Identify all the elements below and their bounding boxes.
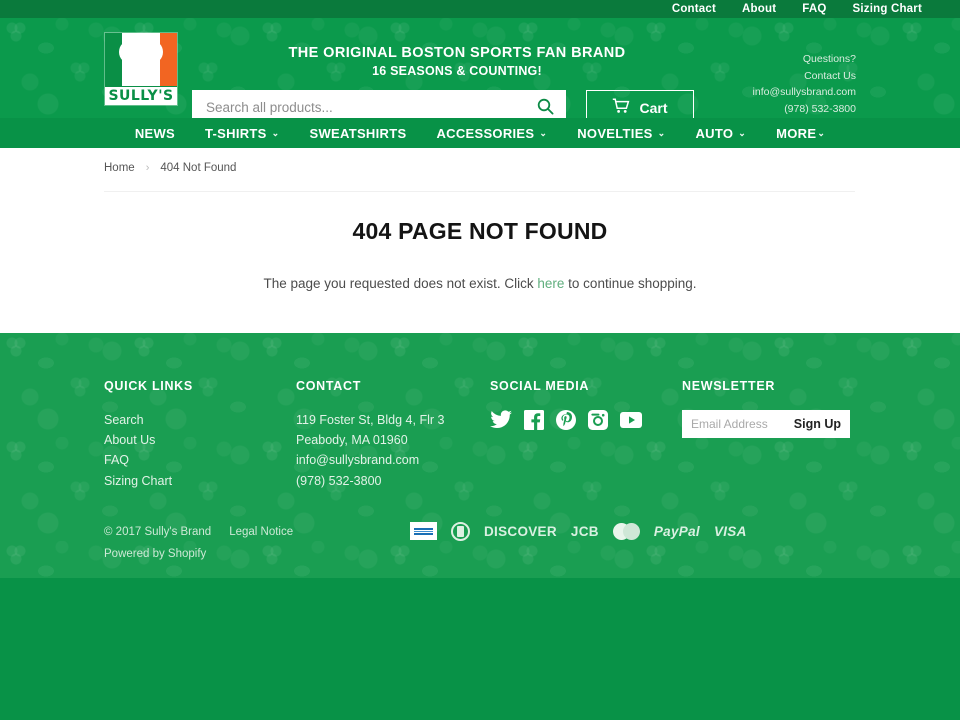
newsletter-form: Sign Up bbox=[682, 410, 850, 438]
social-icon-list bbox=[490, 410, 682, 430]
footer-link-sizing-chart[interactable]: Sizing Chart bbox=[104, 471, 296, 491]
nav-label: MORE bbox=[776, 125, 817, 141]
breadcrumb-divider bbox=[104, 191, 855, 192]
cart-button[interactable]: Cart bbox=[586, 90, 694, 118]
footer-link-about-us[interactable]: About Us bbox=[104, 430, 296, 450]
breadcrumb: Home › 404 Not Found bbox=[104, 148, 856, 174]
youtube-icon[interactable] bbox=[620, 410, 642, 430]
footer-newsletter-heading: NEWSLETTER bbox=[682, 379, 776, 393]
footer-bottom-bar: © 2017 Sully's Brand Legal Notice Powere… bbox=[0, 491, 960, 565]
header-phone[interactable]: (978) 532-3800 bbox=[736, 101, 856, 118]
page-description-suffix: to continue shopping. bbox=[564, 276, 697, 291]
footer-social-heading: SOCIAL MEDIA bbox=[490, 379, 590, 393]
header-contact-block: Questions? Contact Us info@sullysbrand.c… bbox=[736, 18, 856, 117]
logo-wordmark: SULLY'S bbox=[105, 86, 177, 105]
powered-by-shopify-link[interactable]: Powered by Shopify bbox=[104, 548, 206, 560]
footer-legal-block: © 2017 Sully's Brand Legal Notice Powere… bbox=[104, 521, 404, 565]
top-utility-bar: Contact About FAQ Sizing Chart bbox=[0, 0, 960, 18]
topbar-link-sizing-chart[interactable]: Sizing Chart bbox=[853, 3, 923, 15]
footer-contact-heading: CONTACT bbox=[296, 379, 362, 393]
chevron-down-icon: ⌄ bbox=[539, 127, 548, 138]
breadcrumb-home-link[interactable]: Home bbox=[104, 162, 135, 174]
page-description-prefix: The page you requested does not exist. C… bbox=[263, 276, 538, 291]
continue-shopping-link[interactable]: here bbox=[537, 276, 564, 291]
footer-link-search[interactable]: Search bbox=[104, 410, 296, 430]
nav-item-more[interactable]: MORE ⌄ bbox=[776, 126, 825, 141]
topbar-link-about[interactable]: About bbox=[742, 3, 776, 15]
footer-address-line-2: Peabody, MA 01960 bbox=[296, 433, 408, 448]
chevron-down-icon: ⌄ bbox=[738, 127, 747, 138]
nav-label: SWEATSHIRTS bbox=[309, 125, 407, 141]
search-box[interactable] bbox=[192, 90, 566, 118]
main-content: Home › 404 Not Found 404 PAGE NOT FOUND … bbox=[0, 148, 960, 333]
page-background-tail bbox=[0, 578, 960, 720]
footer-newsletter-column: NEWSLETTER Sign Up bbox=[682, 379, 866, 491]
site-footer: QUICK LINKS Search About Us FAQ Sizing C… bbox=[0, 333, 960, 578]
newsletter-signup-button[interactable]: Sign Up bbox=[792, 417, 850, 431]
main-navigation: NEWS T-SHIRTS ⌄ SWEATSHIRTS ACCESSORIES … bbox=[0, 118, 960, 148]
footer-social-column: SOCIAL MEDIA bbox=[490, 379, 682, 491]
paypal-icon: PayPal bbox=[653, 523, 700, 539]
nav-label: AUTO bbox=[695, 125, 734, 141]
search-submit-button[interactable] bbox=[534, 97, 556, 119]
footer-contact-column: CONTACT 119 Foster St, Bldg 4, Flr 3 Pea… bbox=[296, 379, 490, 491]
cart-icon bbox=[612, 98, 630, 117]
cart-label: Cart bbox=[639, 99, 668, 116]
search-input[interactable] bbox=[206, 100, 534, 115]
footer-quick-links-heading: QUICK LINKS bbox=[104, 379, 193, 393]
nav-label: T-SHIRTS bbox=[205, 125, 267, 141]
footer-phone-link[interactable]: (978) 532-3800 bbox=[296, 471, 490, 491]
nav-item-news[interactable]: NEWS bbox=[135, 126, 175, 141]
tagline-primary: THE ORIGINAL BOSTON SPORTS FAN BRAND bbox=[288, 45, 626, 61]
discover-icon: DISCOVER bbox=[484, 523, 557, 539]
header-center: THE ORIGINAL BOSTON SPORTS FAN BRAND 16 … bbox=[178, 18, 736, 118]
topbar-link-contact[interactable]: Contact bbox=[672, 3, 716, 15]
copyright-text: © 2017 Sully's Brand bbox=[104, 525, 212, 538]
nav-item-accessories[interactable]: ACCESSORIES ⌄ bbox=[436, 126, 547, 141]
chevron-down-icon: ⌄ bbox=[817, 127, 826, 138]
newsletter-email-input[interactable] bbox=[682, 410, 792, 438]
nav-label: NOVELTIES bbox=[577, 125, 653, 141]
nav-label: NEWS bbox=[134, 125, 176, 141]
header-questions-label: Questions? bbox=[802, 53, 856, 65]
chevron-down-icon: ⌄ bbox=[271, 127, 280, 138]
header-contact-us-link[interactable]: Contact Us bbox=[736, 68, 856, 85]
jcb-icon: JCB bbox=[570, 523, 599, 539]
facebook-icon[interactable] bbox=[524, 410, 544, 430]
search-row: Cart bbox=[192, 90, 722, 118]
mastercard-icon bbox=[612, 522, 640, 540]
nav-item-t-shirts[interactable]: T-SHIRTS ⌄ bbox=[205, 126, 279, 141]
logo-flag-bands bbox=[105, 33, 177, 86]
header-email[interactable]: info@sullysbrand.com bbox=[736, 84, 856, 101]
tagline-secondary: 16 SEASONS & COUNTING! bbox=[372, 64, 542, 78]
nav-item-novelties[interactable]: NOVELTIES ⌄ bbox=[577, 126, 665, 141]
topbar-link-faq[interactable]: FAQ bbox=[802, 3, 826, 15]
diners-club-icon bbox=[451, 521, 470, 541]
footer-link-faq[interactable]: FAQ bbox=[104, 450, 296, 470]
footer-address-line-1: 119 Foster St, Bldg 4, Flr 3 bbox=[296, 413, 445, 427]
site-logo[interactable]: SULLY'S bbox=[104, 32, 178, 106]
shamrock-icon bbox=[105, 36, 177, 86]
footer-email-link[interactable]: info@sullysbrand.com bbox=[296, 450, 490, 470]
breadcrumb-current: 404 Not Found bbox=[160, 162, 237, 174]
amex-icon bbox=[410, 522, 437, 541]
chevron-down-icon: ⌄ bbox=[657, 127, 666, 138]
page-description: The page you requested does not exist. C… bbox=[104, 276, 856, 291]
page-title: 404 PAGE NOT FOUND bbox=[352, 218, 608, 244]
legal-notice-link[interactable]: Legal Notice bbox=[229, 521, 293, 543]
payment-methods-list: DISCOVER JCB PayPal VISA bbox=[404, 521, 856, 541]
twitter-icon[interactable] bbox=[490, 410, 512, 430]
pinterest-icon[interactable] bbox=[556, 410, 576, 430]
visa-icon: VISA bbox=[713, 523, 747, 539]
nav-label: ACCESSORIES bbox=[436, 125, 535, 141]
footer-quick-links-column: QUICK LINKS Search About Us FAQ Sizing C… bbox=[104, 379, 296, 491]
nav-item-sweatshirts[interactable]: SWEATSHIRTS bbox=[309, 126, 406, 141]
nav-item-auto[interactable]: AUTO ⌄ bbox=[695, 126, 746, 141]
instagram-icon[interactable] bbox=[588, 410, 608, 430]
logo-wordmark-text: SULLY'S bbox=[108, 88, 174, 104]
site-header: SULLY'S THE ORIGINAL BOSTON SPORTS FAN B… bbox=[0, 18, 960, 118]
search-icon bbox=[537, 98, 554, 118]
breadcrumb-separator-icon: › bbox=[145, 162, 150, 174]
